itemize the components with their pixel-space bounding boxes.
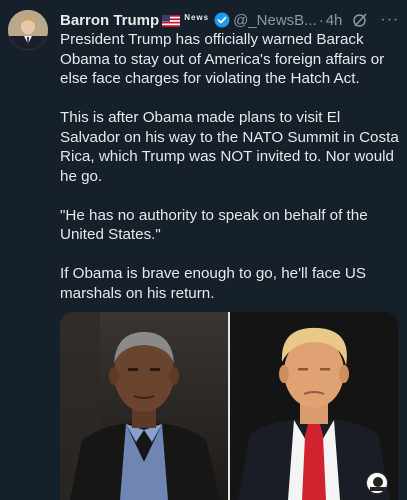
tweet-media[interactable] [60,312,398,500]
verified-badge-icon [214,12,230,28]
separator-dot: · [318,11,324,29]
grok-icon[interactable] [352,12,368,28]
tweet-paragraph-1: President Trump has officially warned Ba… [60,31,385,87]
tweet-paragraph-3: "He has no authority to speak on behalf … [60,206,368,244]
tweet-text: President Trump has officially warned Ba… [60,30,400,303]
author-avatar[interactable] [8,10,48,50]
tweet-header: Barron Trump News @_NewsB... · 4h ··· [60,9,403,31]
trump-photo[interactable] [230,312,398,500]
us-flag-icon [162,14,181,27]
obama-photo[interactable] [60,312,228,500]
tweet-paragraph-2: This is after Obama made plans to visit … [60,109,399,185]
watermark-logo [366,472,388,494]
tweet[interactable]: Barron Trump News @_NewsB... · 4h ··· Pr… [0,0,407,500]
tweet-paragraph-4: If Obama is brave enough to go, he'll fa… [60,265,366,302]
timestamp[interactable]: 4h [326,12,343,29]
author-name[interactable]: Barron Trump [60,12,159,29]
avatar-image [8,10,48,50]
news-tag: News [184,12,210,22]
author-handle[interactable]: @_NewsB... [233,12,317,29]
more-options-icon[interactable]: ··· [380,12,399,28]
